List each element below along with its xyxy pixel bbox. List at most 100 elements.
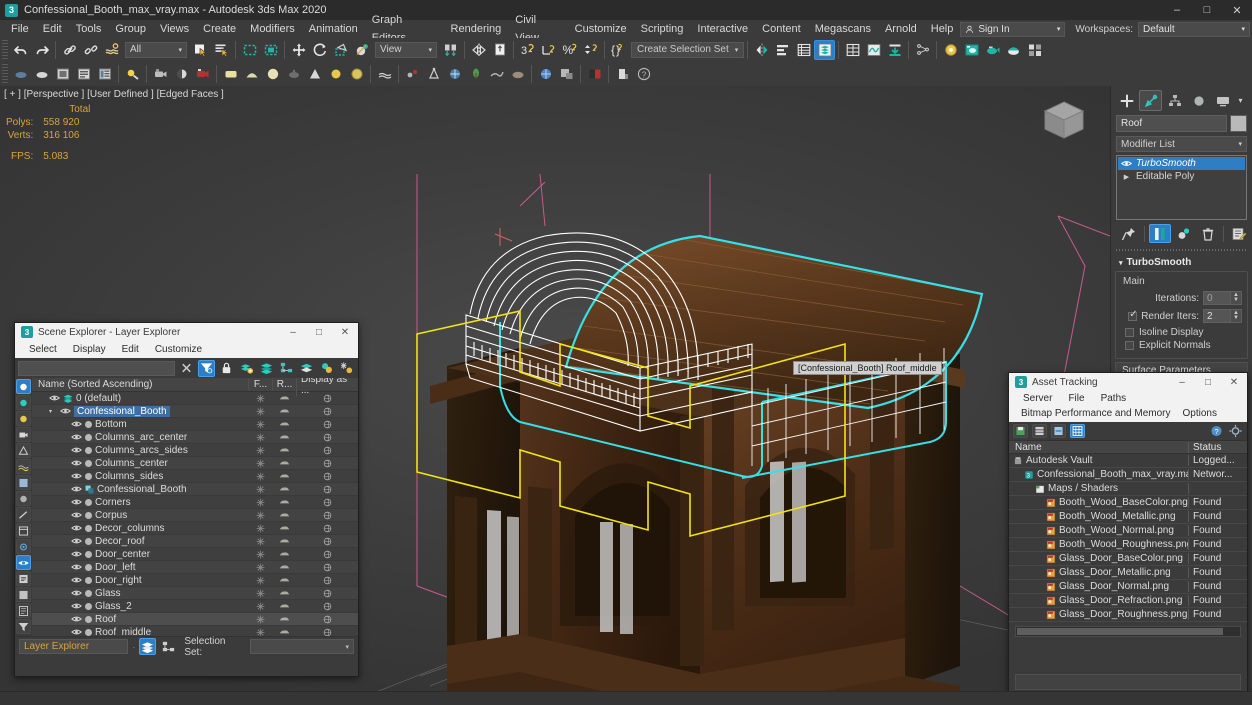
asset-row[interactable]: Autodesk Vault Logged... bbox=[1009, 454, 1247, 468]
clear-search-icon[interactable] bbox=[178, 360, 195, 377]
display-as-icon[interactable] bbox=[323, 524, 332, 533]
rail-helpers-icon[interactable] bbox=[16, 459, 31, 474]
layer-row[interactable]: Decor_roof bbox=[32, 535, 358, 548]
eye-icon[interactable] bbox=[71, 446, 82, 454]
render-icon[interactable] bbox=[279, 407, 290, 415]
render-icon[interactable] bbox=[279, 498, 290, 506]
display-as-icon[interactable] bbox=[323, 472, 332, 481]
asset-row[interactable]: Maps / Shaders bbox=[1009, 482, 1247, 496]
use-pivot-point-center-icon[interactable] bbox=[440, 40, 461, 60]
layer-name-cell[interactable]: Confessional_Booth bbox=[32, 484, 248, 495]
freeze-icon[interactable] bbox=[256, 628, 265, 637]
motion-tab[interactable] bbox=[1187, 90, 1210, 111]
eye-icon[interactable] bbox=[71, 537, 82, 545]
iterations-stepper[interactable]: 0 ▲ ▼ bbox=[1203, 291, 1242, 305]
display-cell[interactable] bbox=[296, 407, 358, 416]
freeze-icon[interactable] bbox=[256, 394, 265, 403]
configure-modifier-sets-icon[interactable] bbox=[1228, 224, 1250, 243]
asset-row[interactable]: Glass_Door_BaseColor.png Found bbox=[1009, 552, 1247, 566]
rail-lights-icon[interactable] bbox=[16, 443, 31, 458]
freeze-cell[interactable] bbox=[248, 589, 272, 598]
bones-icon[interactable] bbox=[423, 64, 444, 84]
substance-icon[interactable] bbox=[486, 64, 507, 84]
freeze-cell[interactable] bbox=[248, 524, 272, 533]
remove-modifier-icon[interactable] bbox=[1197, 224, 1219, 243]
expander-icon[interactable]: ▾ bbox=[49, 408, 57, 415]
menu-file[interactable]: File bbox=[4, 20, 36, 38]
render-cell[interactable] bbox=[272, 576, 296, 584]
render-icon[interactable] bbox=[279, 459, 290, 467]
object-name-field[interactable]: Roof bbox=[1116, 115, 1227, 132]
eye-icon[interactable] bbox=[71, 433, 82, 441]
render-cell[interactable] bbox=[272, 615, 296, 623]
toolbar-grip[interactable] bbox=[2, 40, 8, 59]
create-tab[interactable] bbox=[1115, 90, 1138, 111]
layer-name-cell[interactable]: Columns_arc_center bbox=[32, 432, 248, 443]
select-object-icon[interactable] bbox=[190, 40, 211, 60]
help-icon[interactable]: ? bbox=[633, 64, 654, 84]
asset-name-cell[interactable]: 3 Confessional_Booth_max_vray.max bbox=[1009, 469, 1189, 480]
layer-name-cell[interactable]: Door_right bbox=[32, 575, 248, 586]
curve-editor-icon[interactable] bbox=[538, 40, 559, 60]
column-status[interactable]: Status bbox=[1189, 442, 1247, 453]
render-iters-stepper[interactable]: 2 ▲ ▼ bbox=[1203, 309, 1242, 323]
close-button[interactable]: ✕ bbox=[1221, 373, 1247, 391]
scene-explorer-toggle-icon[interactable] bbox=[814, 39, 836, 60]
layer-row[interactable]: Roof bbox=[32, 613, 358, 626]
render-to-texture-icon[interactable] bbox=[556, 64, 577, 84]
rollout-header[interactable]: ▾ TurboSmooth bbox=[1115, 255, 1248, 271]
space-warp-icon[interactable] bbox=[444, 64, 465, 84]
asset-row[interactable]: Booth_Wood_Normal.png Found bbox=[1009, 524, 1247, 538]
display-as-icon[interactable] bbox=[323, 576, 332, 585]
eye-icon[interactable] bbox=[49, 394, 60, 402]
sun-positioner-icon[interactable] bbox=[171, 64, 192, 84]
render-icon[interactable] bbox=[279, 628, 290, 636]
material-editor-icon[interactable] bbox=[940, 40, 961, 60]
sign-in-button[interactable]: Sign In ▾ bbox=[960, 21, 1066, 37]
layer-row[interactable]: Decor_columns bbox=[32, 522, 358, 535]
camera-icon[interactable] bbox=[150, 64, 171, 84]
iterations-value[interactable]: 0 bbox=[1203, 291, 1231, 305]
viewport-label[interactable]: [ + ] [Perspective ] [User Defined ] [Ed… bbox=[4, 89, 224, 100]
display-cell[interactable] bbox=[296, 563, 358, 572]
eye-icon[interactable] bbox=[71, 459, 82, 467]
display-as-icon[interactable] bbox=[323, 615, 332, 624]
render-cell[interactable] bbox=[272, 472, 296, 480]
teapot-primitive-icon[interactable] bbox=[283, 64, 304, 84]
display-as-icon[interactable] bbox=[323, 420, 332, 429]
search-input[interactable] bbox=[18, 360, 175, 376]
toolbar-grip[interactable] bbox=[2, 64, 8, 83]
hierarchy-tab[interactable] bbox=[1163, 90, 1186, 111]
freeze-icon[interactable] bbox=[256, 615, 265, 624]
display-cell[interactable] bbox=[296, 511, 358, 520]
target-light-icon[interactable] bbox=[325, 64, 346, 84]
asset-name-cell[interactable]: Maps / Shaders bbox=[1009, 483, 1189, 494]
vray-asset-editor-icon[interactable] bbox=[73, 64, 94, 84]
freeze-icon[interactable] bbox=[256, 433, 265, 442]
omni-light-icon[interactable] bbox=[122, 64, 143, 84]
box-primitive-icon[interactable] bbox=[220, 64, 241, 84]
layer-name-cell[interactable]: Door_center bbox=[32, 549, 248, 560]
display-cell[interactable] bbox=[296, 394, 358, 403]
show-end-result-icon[interactable] bbox=[1149, 224, 1171, 243]
particle-flow-icon[interactable] bbox=[402, 64, 423, 84]
batch-render-icon[interactable] bbox=[612, 64, 633, 84]
refresh-assets-icon[interactable] bbox=[1051, 424, 1066, 438]
asset-row[interactable]: Glass_Door_Refraction.png Found bbox=[1009, 594, 1247, 608]
layer-row[interactable]: Roof_middle bbox=[32, 626, 358, 636]
bind-to-space-warp-icon[interactable] bbox=[101, 40, 122, 60]
rail-filter-icon[interactable] bbox=[16, 619, 31, 634]
display-as-icon[interactable] bbox=[323, 498, 332, 507]
asset-row[interactable]: 3 Confessional_Booth_max_vray.max Networ..… bbox=[1009, 468, 1247, 482]
menu-arnold[interactable]: Arnold bbox=[878, 20, 924, 38]
render-cell[interactable] bbox=[272, 407, 296, 415]
asset-name-cell[interactable]: Glass_Door_Metallic.png bbox=[1009, 567, 1189, 578]
make-unique-icon[interactable] bbox=[1173, 224, 1195, 243]
close-button[interactable]: ✕ bbox=[332, 323, 358, 341]
render-cell[interactable] bbox=[272, 524, 296, 532]
freeze-cell[interactable] bbox=[248, 615, 272, 624]
chevron-right-icon[interactable]: ▶ bbox=[1121, 173, 1132, 181]
cylinder-primitive-icon[interactable] bbox=[262, 64, 283, 84]
undo-button[interactable] bbox=[10, 40, 31, 60]
disc-light-icon[interactable] bbox=[346, 64, 367, 84]
